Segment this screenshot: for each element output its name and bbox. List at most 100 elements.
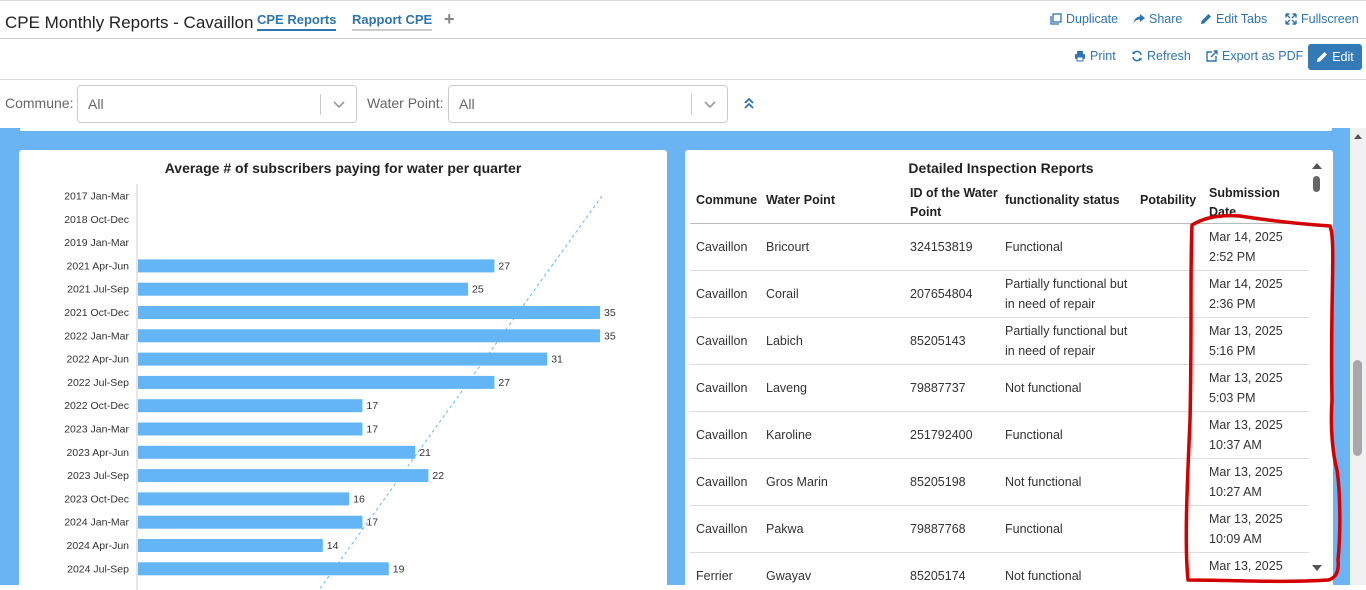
cell-submission-date: Mar 13, 2025 10:09 AM: [1209, 509, 1304, 549]
cell-id: 207654804: [910, 287, 973, 301]
cell-water-point: Labich: [766, 334, 803, 348]
category-tick-label: 2023 Oct-Dec: [64, 493, 129, 505]
bar: [138, 562, 389, 576]
refresh-label: Refresh: [1147, 49, 1191, 63]
category-tick-label: 2024 Jul-Sep: [67, 563, 129, 575]
category-tick-label: 2023 Jan-Mar: [64, 424, 129, 436]
cell-functionality-status: Partially functional but in need of repa…: [1005, 277, 1128, 311]
column-header-commune[interactable]: Commune: [696, 191, 757, 210]
page-scrollbar[interactable]: [1350, 128, 1366, 585]
scroll-thumb[interactable]: [1313, 176, 1320, 192]
submission-date-text: Mar 13, 2025: [1209, 465, 1283, 479]
trend-line: [318, 195, 603, 590]
export-pdf-button[interactable]: Export as PDF: [1206, 49, 1303, 63]
expand-icon: [1285, 13, 1297, 25]
submission-date-text: Mar 13, 2025: [1209, 512, 1283, 526]
category-tick-label: 2022 Oct-Dec: [64, 400, 129, 412]
edit-tabs-button[interactable]: Edit Tabs: [1200, 12, 1267, 26]
cell-id: 85205143: [910, 334, 966, 348]
pencil-icon: [1201, 14, 1211, 24]
submission-date-text: Mar 14, 2025: [1209, 277, 1283, 291]
scroll-down-icon[interactable]: [1312, 565, 1322, 571]
cell-water-point: Laveng: [766, 381, 808, 395]
tab-rapport-cpe[interactable]: Rapport CPE: [352, 12, 433, 31]
category-tick-label: 2024 Jan-Mar: [64, 517, 129, 529]
double-chevron-up-icon[interactable]: [743, 96, 755, 110]
dashboard-header: CPE Monthly Reports - Cavaillon CPE Repo…: [0, 0, 1366, 39]
bar-value-label: 19: [393, 563, 405, 575]
inspection-table-panel: Detailed Inspection Reports Commune Wate…: [685, 150, 1333, 590]
cell-commune: Cavaillon: [696, 475, 748, 489]
table-title: Detailed Inspection Reports: [908, 160, 1094, 176]
water-point-select[interactable]: All: [448, 85, 728, 123]
select-separator: [320, 94, 321, 115]
share-icon: [1133, 14, 1145, 24]
copy-icon: [1050, 13, 1062, 25]
tab-cpe-reports[interactable]: CPE Reports: [257, 12, 337, 31]
column-header-water-point[interactable]: Water Point: [766, 191, 835, 210]
column-header-id[interactable]: ID of the Water Point: [910, 184, 1000, 222]
scroll-thumb[interactable]: [1353, 360, 1362, 456]
edit-label: Edit: [1332, 50, 1354, 64]
duplicate-button[interactable]: Duplicate: [1050, 12, 1118, 26]
category-tick-label: 2021 Apr-Jun: [67, 260, 130, 272]
column-header-submission-date[interactable]: Submission Date: [1209, 184, 1289, 222]
bar-value-label: 25: [472, 284, 484, 296]
bar-value-label: 17: [366, 424, 378, 436]
print-button[interactable]: Print: [1074, 49, 1116, 63]
export-icon: [1206, 50, 1218, 62]
chevron-down-icon[interactable]: [331, 96, 347, 112]
column-header-potability[interactable]: Potability: [1140, 191, 1196, 210]
cell-id: 324153819: [910, 240, 973, 254]
table-row[interactable]: Cavaillon Karoline 251792400 Functional Mar …: [685, 412, 1309, 459]
submission-time-text: 5:03 PM: [1209, 391, 1256, 405]
table-scrollbar[interactable]: [1309, 150, 1325, 590]
submission-time-text: 2:52 PM: [1209, 250, 1256, 264]
submission-time-text: 2:36 PM: [1209, 297, 1256, 311]
share-button[interactable]: Share: [1133, 12, 1182, 26]
commune-select[interactable]: All: [77, 85, 357, 123]
table-row[interactable]: Cavaillon Gros Marin 85205198 Not functiona…: [685, 459, 1309, 506]
commune-select-value: All: [88, 96, 104, 112]
scroll-up-icon[interactable]: [1354, 134, 1362, 139]
refresh-button[interactable]: Refresh: [1131, 49, 1191, 63]
submission-date-text: Mar 13, 2025: [1209, 559, 1283, 573]
submission-date-text: Mar 13, 2025: [1209, 371, 1283, 385]
table-row[interactable]: Cavaillon Labich 85205143 Partially functio…: [685, 318, 1309, 365]
cell-functionality-status: Functional: [1005, 522, 1063, 536]
edit-button[interactable]: Edit: [1308, 44, 1362, 70]
table-row[interactable]: Cavaillon Pakwa 79887768 Functional Mar 13, …: [685, 506, 1309, 553]
table-row[interactable]: Cavaillon Laveng 79887737 Not functional Mar…: [685, 365, 1309, 412]
table-row[interactable]: Cavaillon Corail 207654804 Partially functi…: [685, 271, 1309, 318]
print-icon: [1075, 51, 1085, 62]
scroll-up-icon[interactable]: [1312, 163, 1322, 169]
filter-bar: Commune: All Water Point: All: [0, 80, 1366, 128]
bar-value-label: 27: [498, 260, 510, 272]
bar: [138, 306, 600, 319]
cell-submission-date: Mar 13, 2025 5:16 PM: [1209, 321, 1304, 361]
dashboard-toolbar: Print Refresh Export as PDF Edit: [0, 39, 1366, 80]
bar-value-label: 27: [498, 377, 510, 389]
submission-date-text: Mar 13, 2025: [1209, 324, 1283, 338]
cell-functionality-status: Not functional: [1005, 569, 1082, 583]
bar: [138, 515, 363, 529]
category-tick-label: 2021 Jul-Sep: [67, 284, 129, 296]
cell-id: 251792400: [910, 428, 973, 442]
table-row[interactable]: Cavaillon Bricourt 324153819 Functional Mar …: [685, 224, 1309, 271]
table-row[interactable]: Ferrier Gwayav 85205174 Not functional Mar 1…: [685, 553, 1309, 590]
fullscreen-button[interactable]: Fullscreen: [1285, 12, 1359, 26]
bar-value-label: 22: [432, 470, 444, 482]
category-tick-label: 2022 Apr-Jun: [67, 354, 130, 366]
cell-commune: Cavaillon: [696, 428, 748, 442]
cell-submission-date: Mar 14, 2025 2:36 PM: [1209, 274, 1304, 314]
edit-tabs-label: Edit Tabs: [1216, 12, 1268, 26]
cell-commune: Cavaillon: [696, 381, 748, 395]
chevron-down-icon[interactable]: [702, 96, 718, 112]
bar: [138, 282, 468, 296]
column-header-functionality[interactable]: functionality status: [1005, 191, 1120, 210]
add-tab-button[interactable]: +: [444, 9, 455, 30]
commune-filter-label: Commune:: [5, 95, 74, 111]
category-tick-label: 2018 Oct-Dec: [64, 214, 129, 226]
cell-water-point: Pakwa: [766, 522, 804, 536]
category-tick-label: 2023 Jul-Sep: [67, 470, 129, 482]
